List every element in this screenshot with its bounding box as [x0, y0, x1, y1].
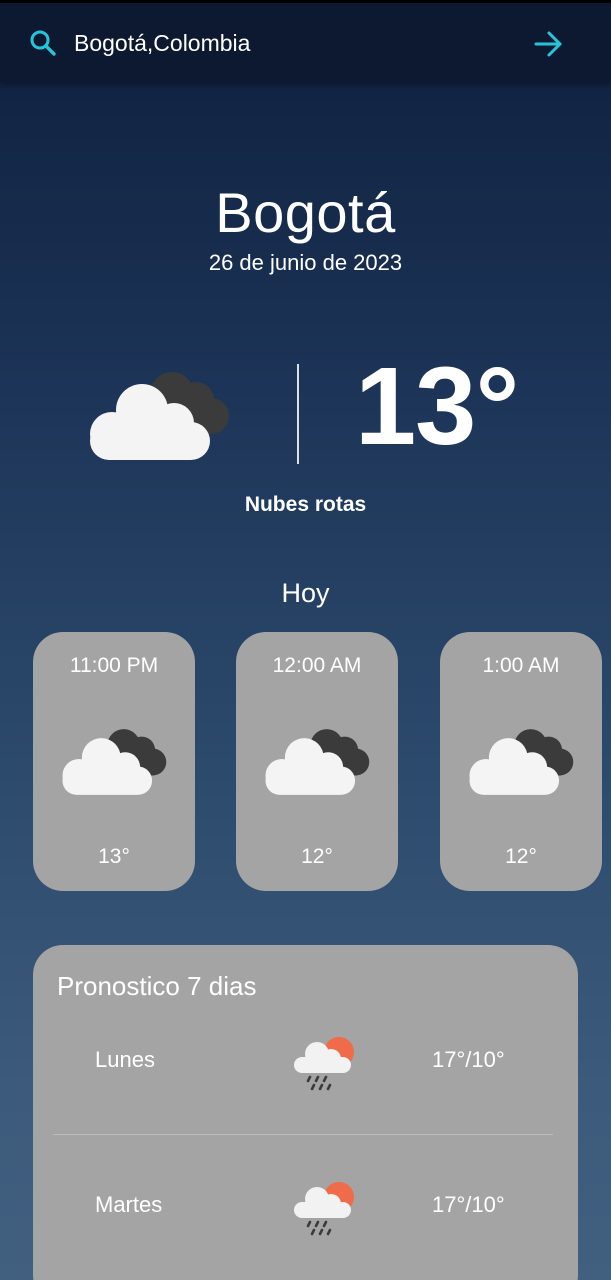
broken-clouds-icon — [84, 366, 234, 466]
today-title: Hoy — [281, 578, 330, 608]
hourly-card[interactable]: 12:00 AM 12° — [236, 632, 398, 891]
hourly-card[interactable]: 1:00 AM 12° — [440, 632, 602, 891]
broken-clouds-icon — [465, 724, 577, 800]
search-bar — [0, 3, 611, 83]
row-divider — [53, 1134, 553, 1135]
hour-temperature: 13° — [98, 845, 130, 868]
forecast-title: Pronostico 7 dias — [57, 971, 257, 1001]
forecast-day: Lunes — [95, 1047, 155, 1072]
search-icon — [30, 30, 56, 56]
weather-condition: Nubes rotas — [244, 493, 367, 516]
hour-temperature: 12° — [301, 845, 333, 868]
forecast-temperature: 17°/10° — [432, 1047, 505, 1072]
hour-temperature: 12° — [505, 845, 537, 868]
city-name: Bogotá — [215, 181, 396, 244]
forecast-panel: Pronostico 7 dias Lunes 17°/10° Martes 1… — [33, 945, 578, 1280]
divider — [297, 364, 299, 464]
current-temperature: 13° — [355, 345, 519, 468]
sun-rain-cloud-icon — [291, 1176, 363, 1240]
hourly-card[interactable]: 11:00 PM 13° — [33, 632, 195, 891]
hour-time: 1:00 AM — [482, 654, 560, 677]
forecast-row[interactable]: Lunes 17°/10° — [33, 1031, 578, 1091]
current-date: 26 de junio de 2023 — [208, 250, 403, 275]
broken-clouds-icon — [58, 724, 170, 800]
broken-clouds-icon — [261, 724, 373, 800]
search-input[interactable] — [74, 23, 514, 63]
hour-time: 11:00 PM — [69, 654, 159, 677]
arrow-right-icon[interactable] — [532, 28, 564, 60]
forecast-row[interactable]: Martes 17°/10° — [33, 1176, 578, 1236]
hour-time: 12:00 AM — [272, 654, 362, 677]
forecast-day: Martes — [95, 1192, 163, 1217]
forecast-temperature: 17°/10° — [432, 1192, 505, 1217]
sun-rain-cloud-icon — [291, 1031, 363, 1095]
